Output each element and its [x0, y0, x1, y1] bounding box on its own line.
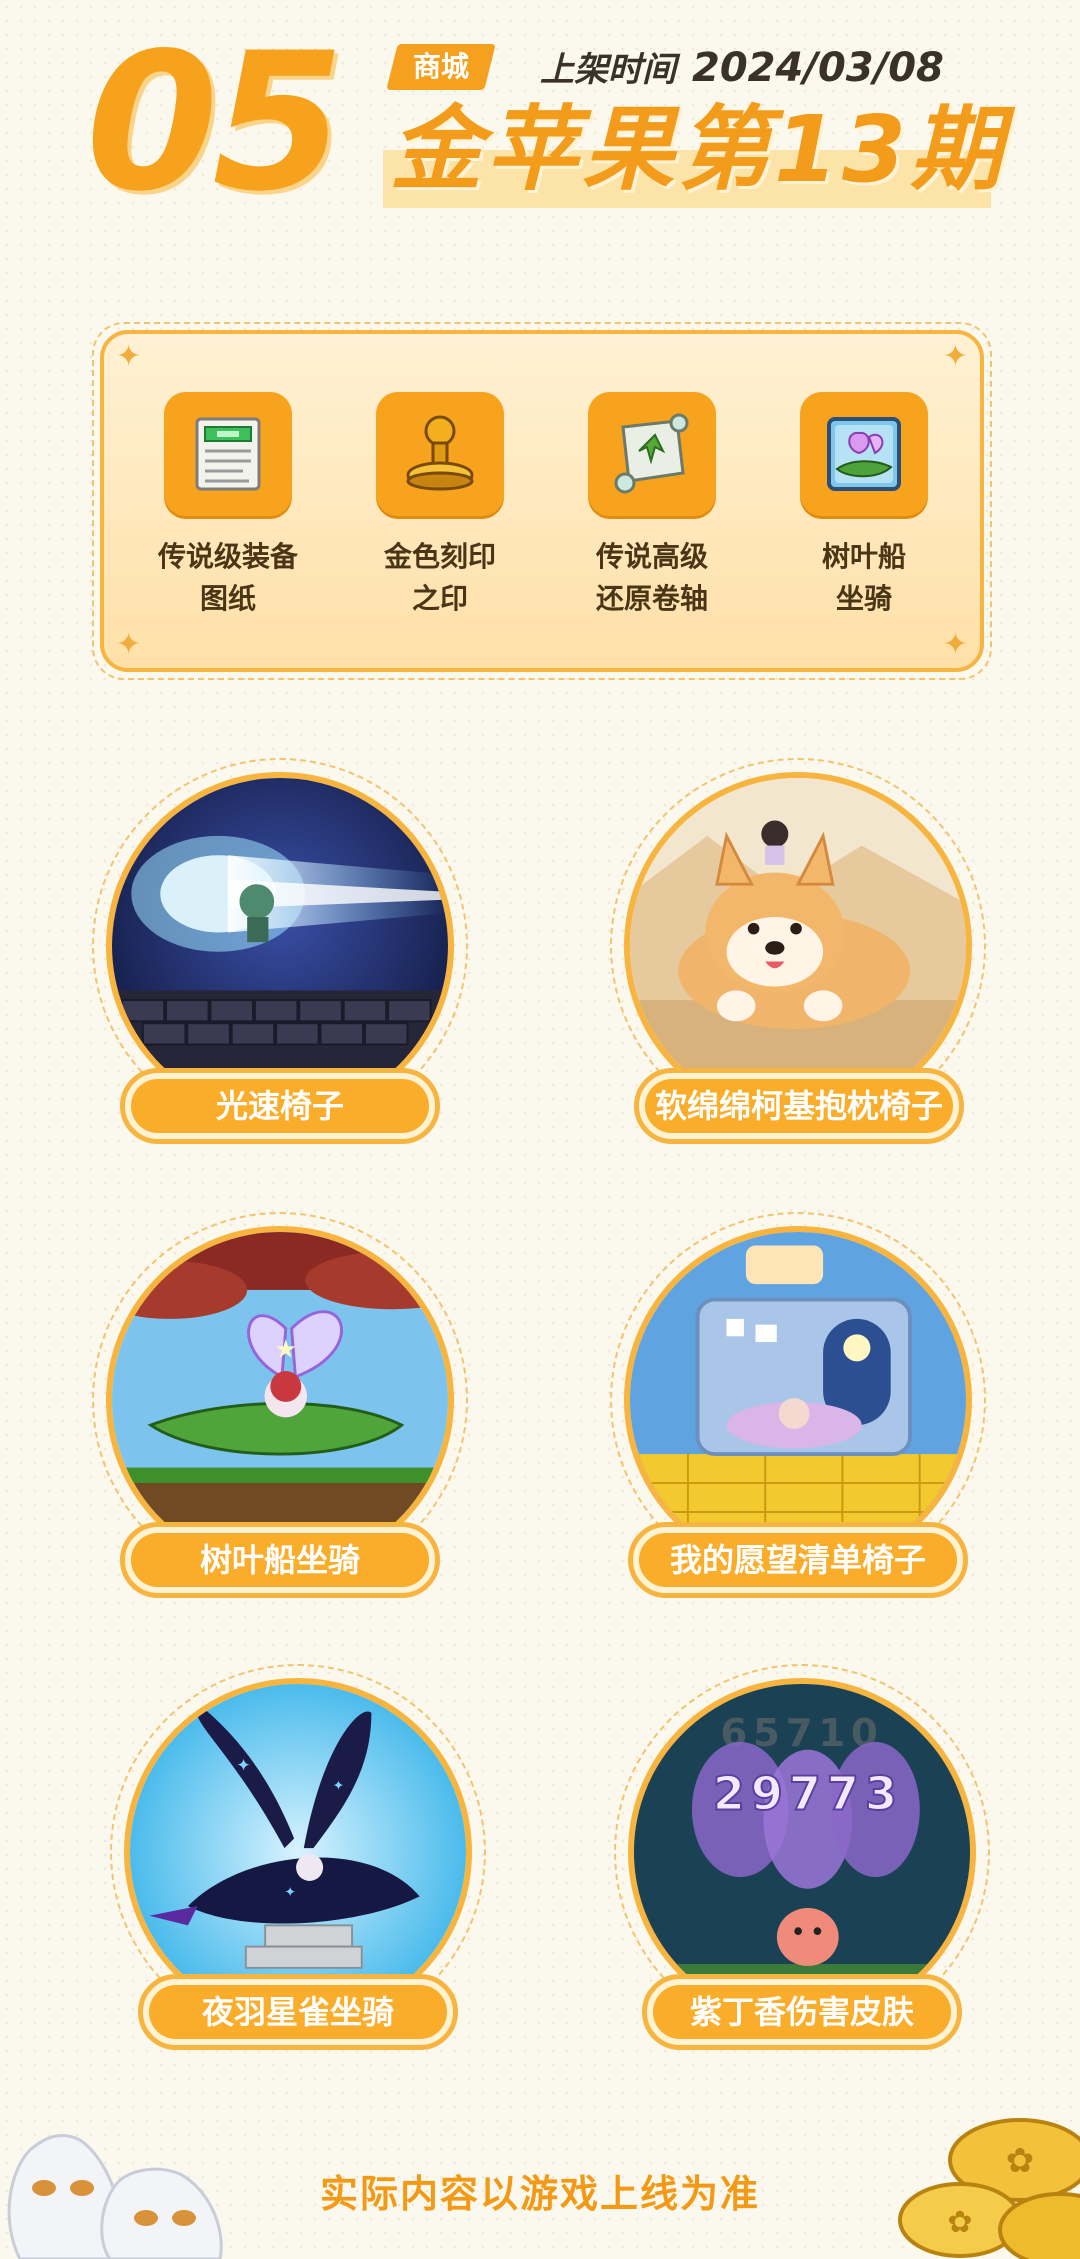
featured-item-label: 传说高级 还原卷轴: [552, 536, 752, 620]
sparkle-icon: ✦: [942, 627, 968, 662]
showcase-label: 软绵绵柯基抱枕椅子: [634, 1068, 964, 1144]
showcase-card[interactable]: 软绵绵柯基抱枕椅子: [610, 758, 990, 1178]
featured-item[interactable]: 传说高级 还原卷轴: [552, 392, 752, 620]
sparkle-icon: ✦: [116, 339, 142, 374]
svg-text:✦: ✦: [236, 1756, 251, 1776]
label-line: 坐骑: [835, 582, 892, 615]
restore-scroll-icon: [588, 392, 716, 516]
release-date: 上架时间 2024/03/08: [540, 40, 944, 96]
showcase-label: 夜羽星雀坐骑: [138, 1974, 458, 2050]
featured-item[interactable]: 传说级装备 图纸: [128, 392, 328, 620]
label-line: 传说级装备: [157, 540, 298, 573]
showcase-label: 我的愿望清单椅子: [628, 1522, 968, 1598]
featured-item-label: 传说级装备 图纸: [128, 536, 328, 620]
showcase-card[interactable]: 65710 29773 紫丁香伤害皮肤: [614, 1664, 994, 2084]
featured-items-panel: ✦ ✦ ✦ ✦ 传说级装备 图纸 金色刻印 之印 传说高级 还原卷轴 树叶船 坐…: [100, 330, 984, 672]
label-line: 传说高级: [595, 540, 708, 573]
featured-item-label: 金色刻印 之印: [340, 536, 540, 620]
shop-tag-label: 商城: [412, 50, 469, 83]
label-line: 还原卷轴: [595, 582, 708, 615]
showcase-card[interactable]: 光速椅子: [92, 758, 472, 1178]
leaf-boat-mount-icon: [800, 392, 928, 516]
featured-item[interactable]: 树叶船 坐骑: [764, 392, 964, 620]
showcase-card[interactable]: ✦ ✦ ✦ 夜羽星雀坐骑: [110, 1664, 490, 2084]
svg-text:✦: ✦: [333, 1778, 344, 1794]
svg-text:✦: ✦: [284, 1884, 295, 1900]
featured-item[interactable]: 金色刻印 之印: [340, 392, 540, 620]
svg-text:★: ★: [275, 1335, 298, 1364]
showcase-label-text: 树叶船坐骑: [131, 1533, 429, 1587]
showcase-label: 紫丁香伤害皮肤: [642, 1974, 962, 2050]
page-title: 金苹果第13期: [390, 96, 1007, 203]
sparkle-icon: ✦: [116, 627, 142, 662]
showcase-card[interactable]: 我的愿望清单椅子: [610, 1212, 990, 1632]
label-line: 之印: [411, 582, 468, 615]
showcase-label-text: 夜羽星雀坐骑: [149, 1985, 447, 2039]
showcase-label-text: 光速椅子: [131, 1079, 429, 1133]
showcase-label-text: 紫丁香伤害皮肤: [653, 1985, 951, 2039]
disclaimer-note: 实际内容以游戏上线为准: [319, 2172, 760, 2216]
showcase-label-text: 我的愿望清单椅子: [639, 1533, 957, 1587]
showcase-card[interactable]: ★ 树叶船坐骑: [92, 1212, 472, 1632]
showcase-label-text: 软绵绵柯基抱枕椅子: [645, 1079, 953, 1133]
showcase-label: 树叶船坐骑: [120, 1522, 440, 1598]
featured-item-label: 树叶船 坐骑: [764, 536, 964, 620]
blueprint-scroll-icon: [164, 392, 292, 516]
label-line: 金色刻印: [383, 540, 496, 573]
shop-tag: 商城: [386, 44, 496, 90]
showcase-label: 光速椅子: [120, 1068, 440, 1144]
label-line: 树叶船: [821, 540, 906, 573]
sparkle-icon: ✦: [942, 339, 968, 374]
label-line: 图纸: [199, 582, 256, 615]
golden-stamp-icon: [376, 392, 504, 516]
release-date-value: 2024/03/08: [692, 45, 944, 91]
damage-number-bottom: 29773: [713, 1767, 903, 1821]
release-date-label: 上架时间: [540, 50, 676, 90]
issue-number: 05: [86, 12, 344, 233]
